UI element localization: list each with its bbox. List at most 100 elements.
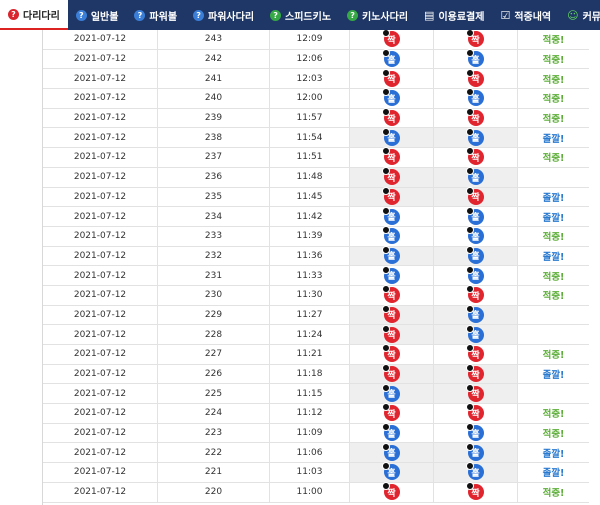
ball-badge-icon [381,167,390,176]
result-cell-1: 짝 [350,68,434,89]
ball-badge-icon [465,245,474,254]
hit-status: 적중! [542,94,565,106]
nav-tab-7[interactable]: ☑ 적중내역 [492,0,559,30]
result-ball: 홀 [381,462,400,481]
nav-tab-5[interactable]: ? 키노사다리 [339,0,416,30]
time-cell: 12:03 [270,69,350,89]
hit-status: 적중! [542,271,565,283]
result-ball: 짝 [465,147,484,166]
result-cell-1: 홀 [350,442,434,463]
table-row: 2021-07-12 236 11:48 짝 홀 [43,167,589,188]
result-cell-1: 홀 [350,423,434,443]
nav-tab-0[interactable]: ? 다리다리 [0,0,68,30]
table-row: 2021-07-12 228 11:24 짝 홀 [43,324,589,345]
ball-badge-icon [381,30,390,38]
time-cell: 11:21 [270,345,350,364]
result-ball: 짝 [465,383,484,402]
ball-badge-icon [381,245,390,254]
time-cell: 11:57 [270,108,350,128]
nav-tab-8[interactable]: ☺커뮤니티 [559,0,600,30]
result-ball: 짝 [381,364,400,383]
result-ball: 짝 [381,30,400,48]
top-nav: ? 다리다리? 일반볼? 파워볼? 파워사다리? 스피드키노? 키노사다리 ▤ 이용료결제 ☑ 적중… [0,0,600,30]
round-cell: 220 [158,482,270,502]
result-ball: 홀 [465,462,484,481]
result-cell-1: 짝 [350,30,434,49]
result-ball: 홀 [381,226,400,245]
result-ball: 짝 [465,482,484,501]
table-row: 2021-07-12 235 11:45 짝 짝 졸깔! [43,186,589,208]
result-cell-2: 짝 [434,108,518,128]
table-row: 2021-07-12 240 12:00 홀 홀 적중! [43,88,589,109]
result-ball: 짝 [465,364,484,383]
result-ball: 홀 [465,49,484,68]
table-row: 2021-07-12 225 11:15 홀 짝 [43,383,589,405]
result-cell-1: 짝 [350,403,434,423]
time-cell: 11:15 [270,384,350,404]
date-cell: 2021-07-12 [43,285,158,305]
ball-badge-icon [465,186,474,195]
result-cell-1: 짝 [350,324,434,344]
result-cell-1: 짝 [350,108,434,128]
ball-badge-icon [381,186,390,195]
result-ball: 짝 [381,68,400,87]
ball-badge-icon [381,324,390,333]
nav-tab-6[interactable]: ▤ 이용료결제 [416,0,492,30]
round-cell: 233 [158,226,270,246]
nav-tab-3[interactable]: ? 파워사다리 [185,0,262,30]
ball-badge-icon [465,49,474,58]
date-cell: 2021-07-12 [43,148,158,167]
result-ball: 짝 [465,68,484,87]
round-cell: 240 [158,89,270,108]
nav-tab-2[interactable]: ? 파워볼 [126,0,185,30]
result-cell-2: 짝 [434,383,518,404]
ball-badge-icon [381,442,390,451]
ball-badge-icon [465,462,474,471]
nav-tab-4[interactable]: ? 스피드키노 [262,0,339,30]
round-cell: 223 [158,423,270,443]
results-table: 2021-07-12 243 12:09 짝 짝 적중! 2021-07-12 242 12:0… [42,30,590,505]
date-cell: 2021-07-12 [43,246,158,266]
result-cell-2: 홀 [434,304,518,325]
time-cell: 11:12 [270,404,350,423]
time-cell: 11:09 [270,423,350,443]
ball-badge-icon [381,206,390,215]
result-cell-2: 홀 [434,167,518,187]
result-cell-1: 짝 [350,186,434,207]
ball-badge-icon [381,49,390,58]
result-cell-2: 홀 [434,423,518,443]
table-row: 2021-07-12 243 12:09 짝 짝 적중! [43,30,589,50]
result-ball: 홀 [381,49,400,68]
table-row: 2021-07-12 226 11:18 짝 짝 졸깔! [43,364,589,385]
result-ball: 홀 [381,206,400,225]
date-cell: 2021-07-12 [43,89,158,108]
ball-badge-icon [381,285,390,294]
date-cell: 2021-07-12 [43,69,158,89]
table-row: 2021-07-12 222 11:06 홀 홀 졸깔! [43,442,589,464]
date-cell: 2021-07-12 [43,404,158,423]
time-cell: 11:00 [270,482,350,502]
time-cell: 11:48 [270,167,350,187]
ball-badge-icon [465,324,474,333]
round-cell: 237 [158,148,270,167]
table-row: 2021-07-12 231 11:33 홀 홀 적중! [43,265,589,286]
table-row: 2021-07-12 239 11:57 짝 짝 적중! [43,108,589,129]
ball-badge-icon [381,108,390,117]
nav-tab-1[interactable]: ? 일반볼 [68,0,127,30]
round-cell: 222 [158,443,270,463]
ball-badge-icon [465,30,474,38]
table-row: 2021-07-12 237 11:51 짝 짝 적중! [43,147,589,168]
ball-badge-icon [381,127,390,136]
result-ball: 홀 [465,324,484,343]
result-ball: 짝 [381,167,400,186]
date-cell: 2021-07-12 [43,128,158,148]
round-cell: 235 [158,187,270,207]
result-ball: 홀 [381,423,400,442]
result-ball: 홀 [465,167,484,186]
ball-badge-icon [465,442,474,451]
result-ball: 짝 [465,186,484,205]
date-cell: 2021-07-12 [43,325,158,344]
result-cell-2: 홀 [434,127,518,148]
hit-status: 졸깔! [542,448,565,460]
hit-status [518,168,589,187]
